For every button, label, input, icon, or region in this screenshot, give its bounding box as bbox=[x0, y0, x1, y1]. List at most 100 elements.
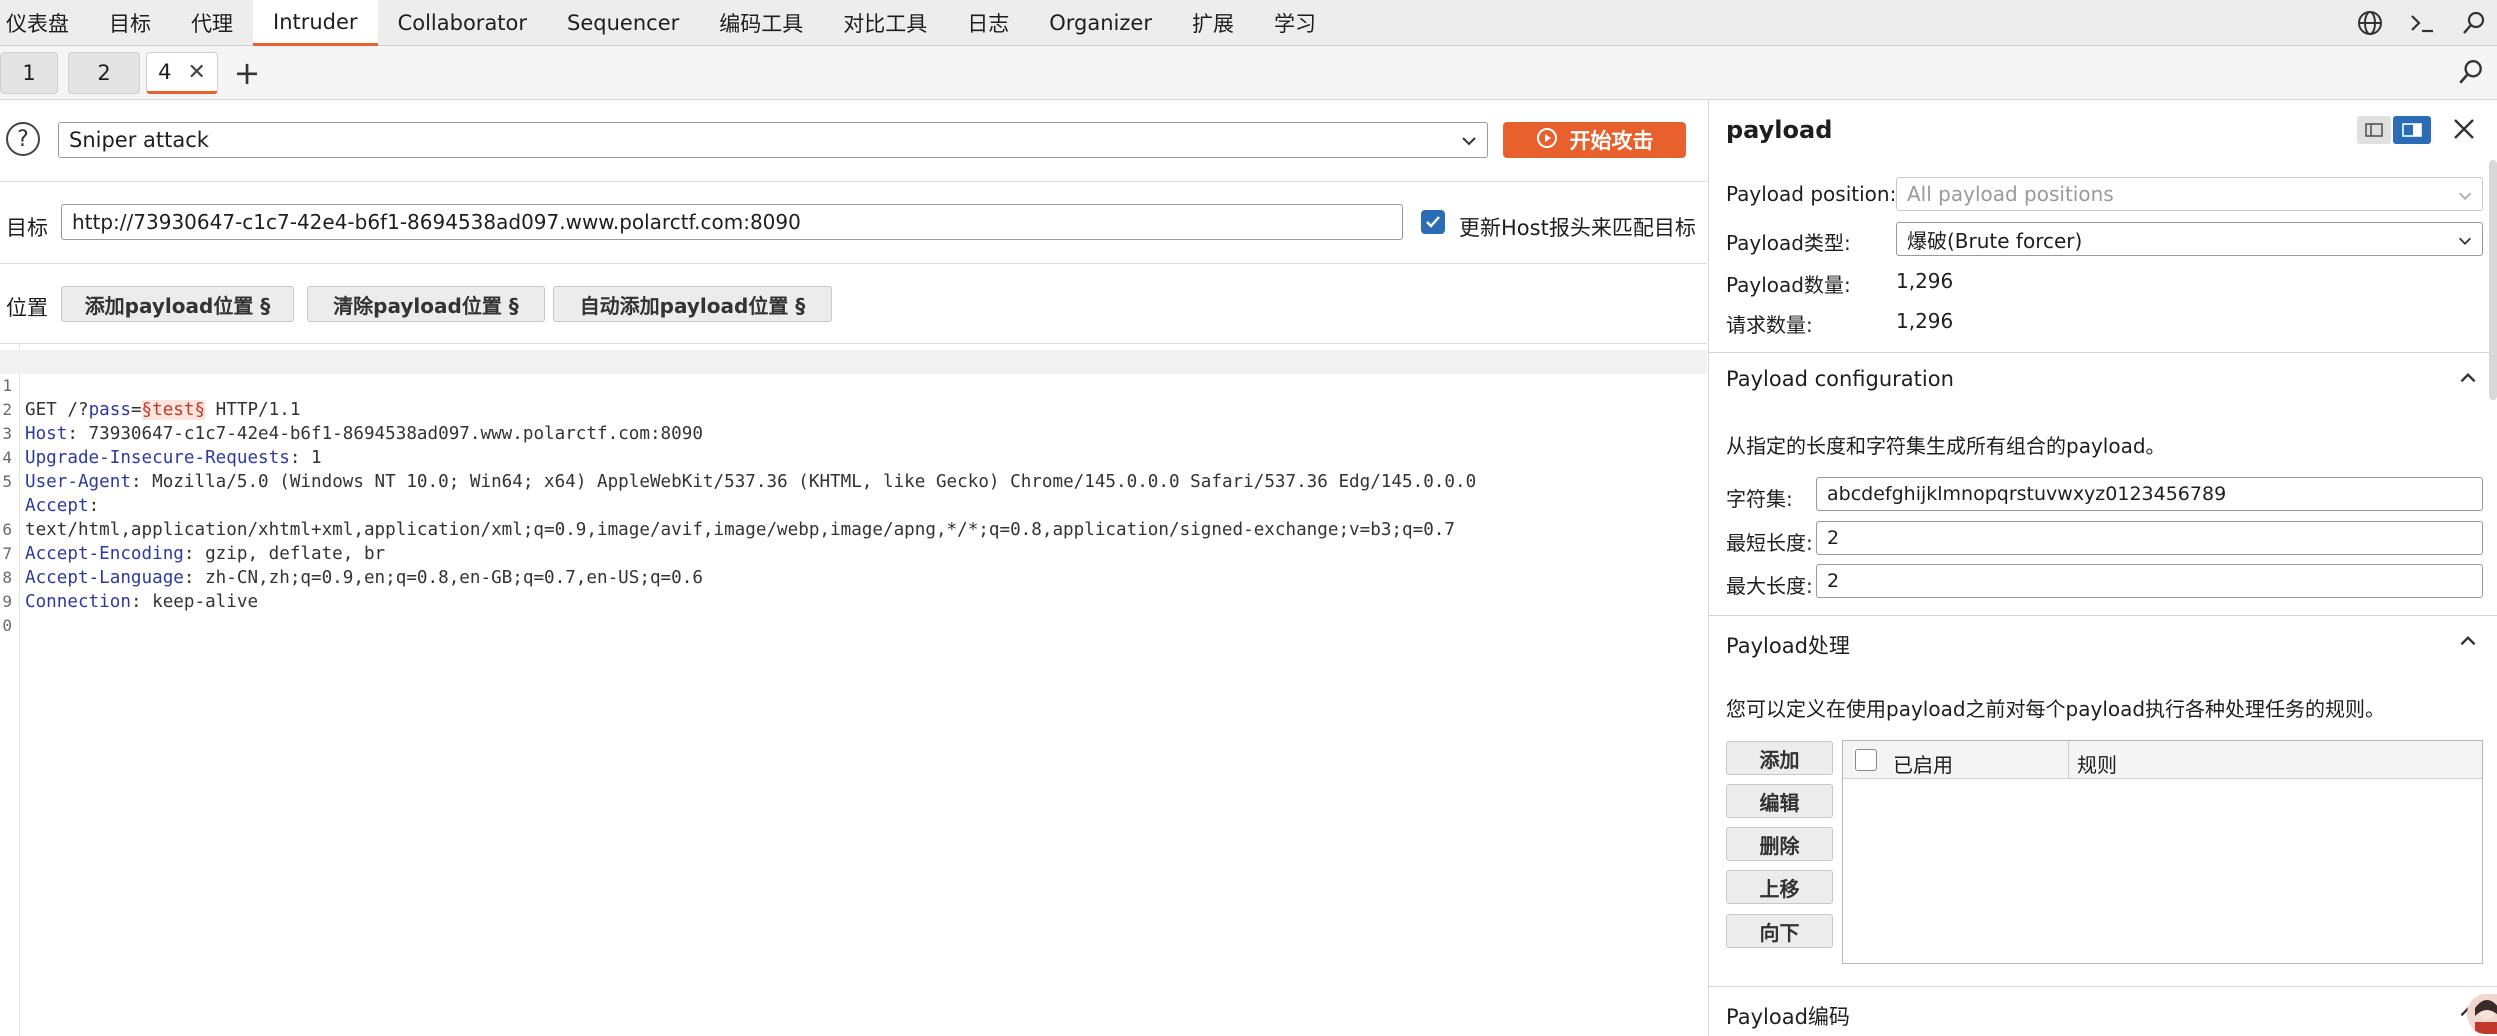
menu-proxy[interactable]: 代理 bbox=[171, 0, 253, 46]
menu-target[interactable]: 目标 bbox=[89, 0, 171, 46]
clear-payload-position-button[interactable]: 清除payload位置 § bbox=[307, 286, 545, 322]
search-icon[interactable] bbox=[2459, 8, 2489, 38]
request-line[interactable]: 3 Upgrade-Insecure-Requests: 1 bbox=[0, 398, 1707, 468]
max-length-input[interactable] bbox=[1816, 564, 2483, 598]
attack-type-select[interactable]: Sniper attack bbox=[58, 122, 1488, 158]
payload-position-select[interactable]: All payload positions bbox=[1896, 177, 2483, 211]
payload-position-value: All payload positions bbox=[1907, 182, 2114, 206]
max-length-label: 最大长度: bbox=[1726, 574, 1813, 598]
menu-sequencer[interactable]: Sequencer bbox=[547, 0, 699, 46]
line-number: 0 bbox=[2, 616, 12, 635]
column-enabled: 已启用 bbox=[1893, 753, 1953, 777]
request-line[interactable]: 7 Accept-Language: zh-CN,zh;q=0.9,en;q=0… bbox=[0, 518, 1707, 588]
request-line[interactable]: 4 User-Agent: Mozilla/5.0 (Windows NT 10… bbox=[0, 422, 1707, 492]
menu-collaborator[interactable]: Collaborator bbox=[378, 0, 547, 46]
positions-label: 位置 bbox=[6, 296, 48, 320]
request-line[interactable]: 8 Connection: keep-alive bbox=[0, 542, 1707, 612]
target-row: 目标 更新Host报头来匹配目标 bbox=[0, 182, 1707, 264]
payload-position-label: Payload position: bbox=[1726, 182, 1897, 206]
menu-dashboard[interactable]: 仪表盘 bbox=[0, 0, 89, 46]
menubar-tools bbox=[2355, 0, 2489, 46]
panel-view-icon[interactable] bbox=[2393, 116, 2431, 144]
column-rule: 规则 bbox=[2077, 753, 2117, 777]
auto-add-payload-position-button[interactable]: 自动添加payload位置 § bbox=[553, 286, 832, 322]
select-all-checkbox[interactable] bbox=[1855, 749, 1877, 771]
positions-row: 位置 添加payload位置 § 清除payload位置 § 自动添加paylo… bbox=[0, 264, 1707, 344]
intruder-tab-bar: 1 2 4 ✕ + bbox=[0, 46, 2497, 100]
tab-label: 1 bbox=[22, 61, 36, 85]
target-label: 目标 bbox=[6, 216, 48, 240]
menu-logger[interactable]: 日志 bbox=[947, 0, 1029, 46]
globe-icon[interactable] bbox=[2355, 8, 2385, 38]
attack-type-value: Sniper attack bbox=[69, 128, 209, 152]
tab-label: 4 bbox=[158, 60, 172, 84]
request-line[interactable]: 5 Accept: bbox=[0, 446, 1707, 516]
charset-input[interactable] bbox=[1816, 477, 2483, 511]
start-attack-button[interactable]: 开始攻击 bbox=[1503, 122, 1686, 158]
chevron-down-icon bbox=[2456, 186, 2474, 210]
add-payload-position-button[interactable]: 添加payload位置 § bbox=[61, 286, 294, 322]
request-line[interactable]: 6 Accept-Encoding: gzip, deflate, br bbox=[0, 494, 1707, 564]
payload-count-value: 1,296 bbox=[1896, 269, 1954, 293]
start-attack-label: 开始攻击 bbox=[1569, 129, 1654, 153]
payload-type-label: Payload类型: bbox=[1726, 231, 1851, 255]
request-count-value: 1,296 bbox=[1896, 309, 1954, 333]
column-divider bbox=[2068, 741, 2069, 779]
menu-decoder[interactable]: 编码工具 bbox=[699, 0, 823, 46]
add-tab-button[interactable]: + bbox=[230, 54, 264, 92]
request-line[interactable]: 1 GET /?pass=§test§ HTTP/1.1 bbox=[0, 350, 1707, 420]
section-title: Payload编码 bbox=[1726, 1005, 1850, 1029]
panel-scrollbar[interactable] bbox=[2489, 160, 2497, 400]
intruder-main-panel: ? Sniper attack 开始攻击 目标 更新Host报头来匹配目标 位置… bbox=[0, 100, 1707, 1036]
menu-learn[interactable]: 学习 bbox=[1254, 0, 1336, 46]
request-count-label: 请求数量: bbox=[1726, 313, 1813, 337]
min-length-input[interactable] bbox=[1816, 521, 2483, 555]
payload-configuration-header[interactable]: Payload configuration bbox=[1709, 352, 2497, 402]
chevron-up-icon[interactable] bbox=[2457, 630, 2479, 657]
menu-comparer[interactable]: 对比工具 bbox=[823, 0, 947, 46]
table-header: 已启用 规则 bbox=[1843, 741, 2482, 779]
request-line[interactable]: text/html,application/xhtml+xml,applicat… bbox=[0, 470, 1707, 540]
update-host-checkbox[interactable] bbox=[1421, 210, 1445, 234]
section-title: Payload处理 bbox=[1726, 634, 1850, 658]
search-icon[interactable] bbox=[2457, 58, 2487, 88]
section-title: Payload configuration bbox=[1726, 367, 1954, 391]
processing-rules-table[interactable]: 已启用 规则 bbox=[1842, 740, 2483, 964]
top-menu-bar: 仪表盘 目标 代理 Intruder Collaborator Sequence… bbox=[0, 0, 2497, 46]
close-tab-icon[interactable]: ✕ bbox=[187, 60, 205, 85]
avatar bbox=[2467, 994, 2497, 1034]
payload-count-label: Payload数量: bbox=[1726, 273, 1851, 297]
tab-2[interactable]: 2 bbox=[68, 52, 140, 94]
request-line[interactable]: 2 Host: 73930647-c1c7-42e4-b6f1-8694538a… bbox=[0, 374, 1707, 444]
remove-rule-button[interactable]: 删除 bbox=[1726, 827, 1833, 861]
list-view-icon[interactable] bbox=[2357, 116, 2391, 144]
help-icon[interactable]: ? bbox=[6, 122, 40, 156]
payload-panel: payload Payload position: All payload po… bbox=[1708, 100, 2497, 1036]
tab-4[interactable]: 4 ✕ bbox=[146, 52, 218, 94]
close-icon[interactable] bbox=[2449, 114, 2481, 146]
request-editor[interactable]: 1 GET /?pass=§test§ HTTP/1.1 2 Host: 739… bbox=[0, 344, 1707, 1036]
edit-rule-button[interactable]: 编辑 bbox=[1726, 784, 1833, 818]
tab-label: 2 bbox=[97, 61, 111, 85]
play-icon bbox=[1536, 127, 1558, 154]
payload-type-select[interactable]: 爆破(Brute forcer) bbox=[1896, 222, 2483, 256]
tab-1[interactable]: 1 bbox=[0, 52, 58, 94]
target-url-input[interactable] bbox=[61, 204, 1403, 240]
request-line[interactable]: 0 bbox=[0, 590, 1707, 635]
chevron-up-icon[interactable] bbox=[2457, 367, 2479, 394]
menu-intruder[interactable]: Intruder bbox=[253, 0, 378, 46]
move-down-button[interactable]: 向下 bbox=[1726, 914, 1833, 948]
attack-type-row: ? Sniper attack 开始攻击 bbox=[0, 100, 1707, 182]
min-length-label: 最短长度: bbox=[1726, 531, 1813, 555]
add-rule-button[interactable]: 添加 bbox=[1726, 741, 1833, 775]
terminal-icon[interactable] bbox=[2407, 8, 2437, 38]
payload-processing-header[interactable]: Payload处理 bbox=[1709, 615, 2497, 665]
chevron-down-icon bbox=[2456, 231, 2474, 255]
request-line[interactable]: 9 bbox=[0, 566, 1707, 611]
chevron-down-icon bbox=[1459, 131, 1479, 156]
menu-extensions[interactable]: 扩展 bbox=[1172, 0, 1254, 46]
menu-organizer[interactable]: Organizer bbox=[1029, 0, 1172, 46]
move-up-button[interactable]: 上移 bbox=[1726, 870, 1833, 904]
payload-encoding-header[interactable]: Payload编码 bbox=[1709, 986, 2497, 1036]
update-host-label: 更新Host报头来匹配目标 bbox=[1459, 216, 1696, 240]
